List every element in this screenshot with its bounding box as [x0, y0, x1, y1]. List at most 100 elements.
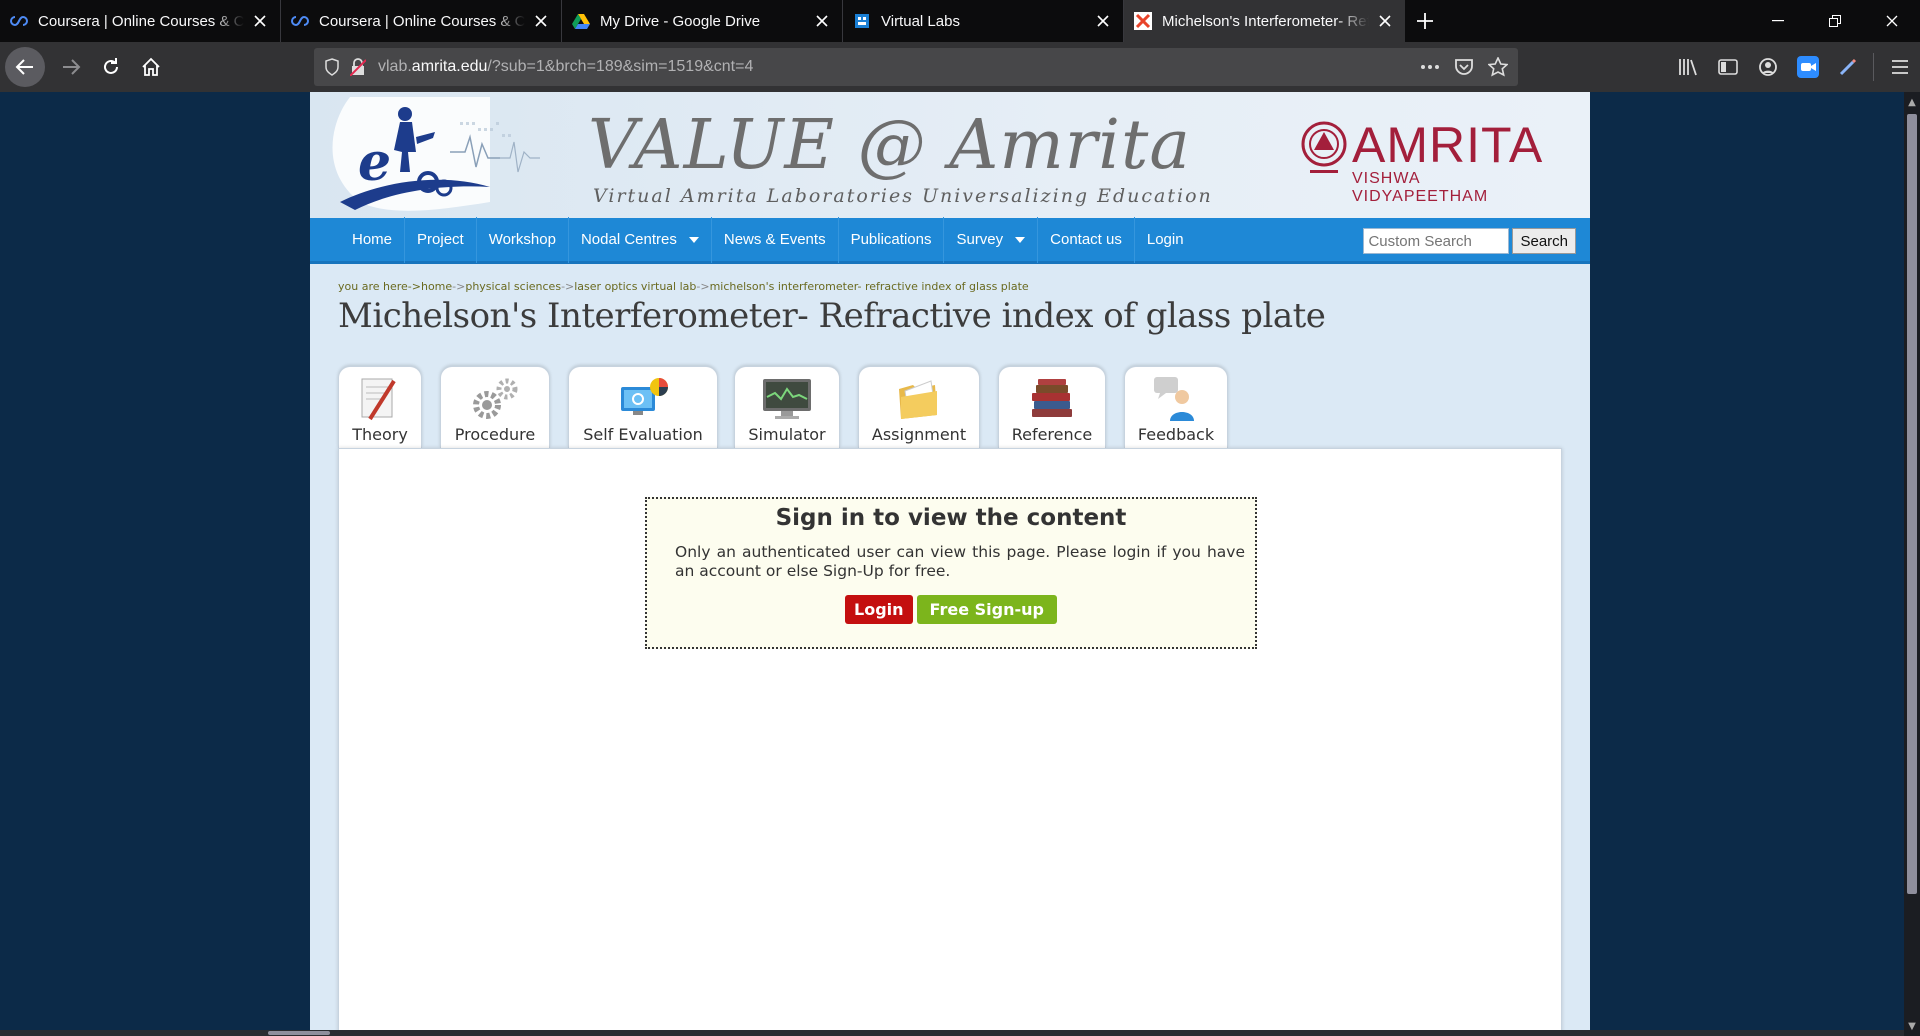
menu-item-login[interactable]: Login: [1135, 217, 1196, 263]
tab-title: Coursera | Online Courses & Credentials: [319, 12, 525, 30]
browser-tab[interactable]: Coursera | Online Courses & Credentials: [0, 0, 281, 42]
menu-item-label: Contact us: [1050, 231, 1122, 248]
close-tab-icon[interactable]: [250, 11, 270, 31]
folder-icon: [899, 380, 937, 419]
site-header: e VALUE @ Amrita Virtual Amrita Laborato…: [310, 92, 1590, 218]
menu-item-workshop[interactable]: Workshop: [477, 216, 569, 263]
page-actions-icon[interactable]: [1420, 64, 1440, 70]
url-prefix: vlab.: [378, 58, 412, 75]
menu-item-home[interactable]: Home: [340, 216, 406, 263]
url-text[interactable]: vlab.amrita.edu/?sub=1&brch=189&sim=1519…: [378, 58, 753, 76]
account-icon[interactable]: [1748, 47, 1788, 87]
breadcrumb-prefix: you are here->: [338, 280, 421, 293]
tab-self-evaluation[interactable]: Self Evaluation: [568, 366, 718, 448]
tab-label: Self Evaluation: [583, 425, 703, 444]
tab-reference[interactable]: Reference: [998, 366, 1106, 448]
reload-icon[interactable]: [91, 47, 131, 87]
tab-title: Virtual Labs: [881, 12, 960, 30]
forward-icon[interactable]: [51, 47, 91, 87]
menu-item-news-events[interactable]: News & Events: [712, 216, 839, 263]
page-viewport: e VALUE @ Amrita Virtual Amrita Laborato…: [0, 92, 1920, 1036]
bookmark-star-icon[interactable]: [1488, 57, 1508, 77]
signin-message: Only an authenticated user can view this…: [675, 543, 1245, 580]
scroll-up-icon[interactable]: ▲: [1904, 94, 1920, 110]
coursera-icon: [10, 12, 28, 30]
amrita-logo[interactable]: AMRITA VISHWA VIDYAPEETHAM: [1300, 117, 1560, 205]
search-button[interactable]: Search: [1512, 228, 1576, 254]
coursera-icon: [291, 12, 309, 30]
tab-simulator[interactable]: Simulator: [734, 366, 840, 448]
menu-item-contact-us[interactable]: Contact us: [1038, 216, 1135, 263]
menu-item-project[interactable]: Project: [405, 216, 477, 263]
menu-item-survey[interactable]: Survey: [944, 216, 1039, 263]
pocket-icon[interactable]: [1454, 58, 1474, 76]
menu-item-label: Project: [417, 231, 464, 248]
minimize-icon[interactable]: [1749, 0, 1806, 42]
free-signup-button[interactable]: Free Sign-up: [916, 595, 1057, 624]
library-icon[interactable]: [1668, 47, 1708, 87]
breadcrumb-link[interactable]: home: [421, 280, 452, 293]
dropdown-caret-icon: [1015, 236, 1026, 243]
menu-icon[interactable]: [1880, 47, 1920, 87]
tab-label: Feedback: [1137, 425, 1215, 444]
menu-item-label: Survey: [956, 231, 1004, 248]
site-search: Search: [1363, 228, 1576, 254]
breadcrumb-separator: ->: [452, 280, 466, 293]
amrita-emblem-icon: [1301, 121, 1347, 173]
sidebar-icon[interactable]: [1708, 47, 1748, 87]
color-picker-icon[interactable]: [1828, 47, 1868, 87]
scrollbar-thumb[interactable]: [1907, 114, 1917, 894]
search-input[interactable]: [1363, 228, 1510, 254]
close-tab-icon[interactable]: [1375, 11, 1395, 31]
horizontal-scrollbar[interactable]: [0, 1030, 1904, 1036]
site-tagline: Virtual Amrita Laboratories Universalizi…: [593, 185, 1213, 207]
zoom-extension-icon[interactable]: [1788, 47, 1828, 87]
tab-procedure[interactable]: Procedure: [440, 366, 550, 448]
menu-item-publications[interactable]: Publications: [839, 216, 945, 263]
tab-label: Reference: [1011, 425, 1093, 444]
browser-tab[interactable]: Coursera | Online Courses & Credentials: [281, 0, 562, 42]
tab-assignment[interactable]: Assignment: [858, 366, 980, 448]
address-bar[interactable]: vlab.amrita.edu/?sub=1&brch=189&sim=1519…: [314, 48, 1518, 86]
breadcrumb-link[interactable]: physical sciences: [465, 280, 561, 293]
dropdown-caret-icon: [688, 236, 699, 243]
insecure-lock-icon[interactable]: [350, 58, 366, 76]
tab-title: Coursera | Online Courses & Credentials: [38, 12, 244, 30]
tab-theory[interactable]: Theory: [338, 366, 422, 448]
restore-icon[interactable]: [1806, 0, 1863, 42]
menu-item-label: Home: [352, 231, 393, 248]
horizontal-scrollbar-thumb[interactable]: [268, 1031, 330, 1035]
menu-item-nodal-centres[interactable]: Nodal Centres: [569, 216, 712, 263]
amrita-name: AMRITA: [1352, 117, 1544, 173]
tab-label: Assignment: [871, 425, 967, 444]
self-evaluation-icon: [621, 378, 668, 415]
breadcrumb-link[interactable]: laser optics virtual lab: [574, 280, 696, 293]
gears-icon: [473, 378, 518, 419]
menu-item-label: Nodal Centres: [580, 231, 677, 248]
browser-tab-active[interactable]: Michelson's Interferometer- Refractive i…: [1124, 0, 1405, 42]
site-title: VALUE @ Amrita: [588, 106, 1191, 185]
close-window-icon[interactable]: [1863, 0, 1920, 42]
shield-icon[interactable]: [324, 58, 340, 76]
menu-item-label: News & Events: [723, 231, 826, 248]
tab-label: Procedure: [454, 425, 536, 444]
close-tab-icon[interactable]: [1093, 11, 1113, 31]
browser-tab[interactable]: Virtual Labs: [843, 0, 1124, 42]
menu-item-label: Publications: [850, 231, 932, 248]
url-domain: amrita.edu: [411, 58, 488, 75]
page-title: Michelson's Interferometer- Refractive i…: [338, 296, 1326, 336]
back-icon[interactable]: [5, 47, 45, 87]
scroll-down-icon[interactable]: ▼: [1904, 1018, 1920, 1034]
tab-title: Michelson's Interferometer- Refractive i…: [1162, 12, 1369, 30]
home-icon[interactable]: [131, 47, 171, 87]
close-tab-icon[interactable]: [812, 11, 832, 31]
browser-tab[interactable]: My Drive - Google Drive: [562, 0, 843, 42]
virtual-labs-icon: [853, 12, 871, 30]
close-tab-icon[interactable]: [531, 11, 551, 31]
new-tab-icon[interactable]: [1405, 0, 1445, 42]
login-button[interactable]: Login: [845, 595, 913, 624]
tab-label: Theory: [352, 425, 408, 444]
vertical-scrollbar[interactable]: ▲ ▼: [1904, 92, 1920, 1036]
feedback-person-icon: [1154, 377, 1194, 421]
tab-feedback[interactable]: Feedback: [1124, 366, 1228, 448]
